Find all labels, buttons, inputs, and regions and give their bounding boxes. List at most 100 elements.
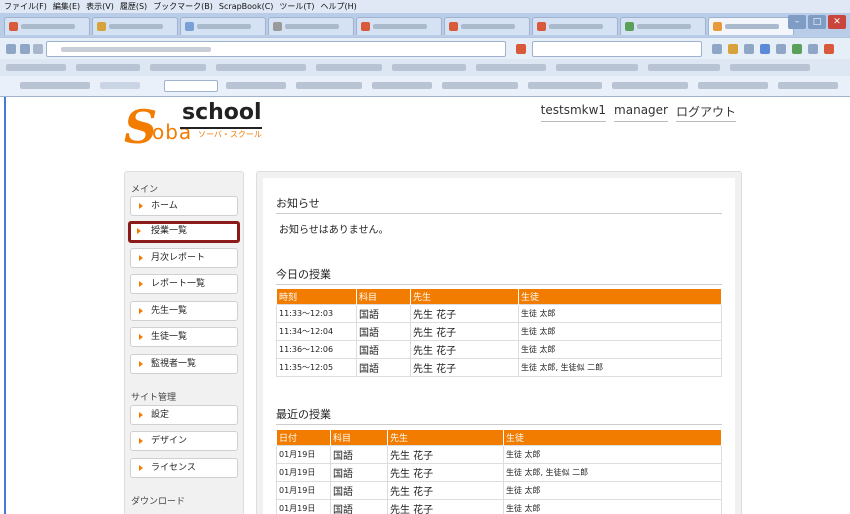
- table-row[interactable]: 01月19日 国語 先生 花子 生徒 太郎: [276, 499, 722, 514]
- browser-tab[interactable]: [620, 17, 706, 35]
- url-bar[interactable]: [46, 41, 506, 57]
- toolbar-icon[interactable]: [776, 44, 786, 54]
- toolbar-item[interactable]: [778, 82, 838, 89]
- sidebar-item-teachers[interactable]: 先生一覧: [130, 301, 238, 321]
- toolbar-item[interactable]: [20, 82, 90, 89]
- bookmark-item[interactable]: [476, 64, 546, 71]
- close-icon[interactable]: ✕: [828, 15, 846, 29]
- cell-student: 生徒 太郎: [518, 322, 722, 341]
- bookmark-item[interactable]: [76, 64, 140, 71]
- tab-favicon-icon: [449, 22, 458, 31]
- bookmark-item[interactable]: [556, 64, 638, 71]
- toolbar-item[interactable]: [372, 82, 432, 89]
- maximize-icon[interactable]: □: [808, 15, 826, 29]
- browser-tab[interactable]: [444, 17, 530, 35]
- browser-search-input[interactable]: [532, 41, 702, 57]
- toolbar-icon[interactable]: [824, 44, 834, 54]
- tab-favicon-icon: [9, 22, 18, 31]
- table-row[interactable]: 01月19日 国語 先生 花子 生徒 太郎, 生徒似 二郎: [276, 463, 722, 482]
- cell-subject: 国語: [356, 358, 411, 377]
- toolbar-item[interactable]: [296, 82, 362, 89]
- sidebar-heading-main: メイン: [131, 185, 159, 195]
- menu-bookmarks[interactable]: ブックマーク(B): [153, 1, 213, 12]
- sidebar-item-supervisors[interactable]: 監視者一覧: [130, 354, 238, 374]
- table-row[interactable]: 11:35〜12:05 国語 先生 花子 生徒 太郎, 生徒似 二郎: [276, 358, 722, 377]
- site-logo[interactable]: S oba school ソーバ・スクール: [124, 100, 274, 156]
- toolbar-icon[interactable]: [712, 44, 722, 54]
- logo-kana: ソーバ・スクール: [198, 130, 262, 139]
- cell-date: 01月19日: [276, 445, 331, 464]
- sidebar-item-home[interactable]: ホーム: [130, 196, 238, 216]
- bookmark-item[interactable]: [150, 64, 206, 71]
- main-panel: お知らせ お知らせはありません。 今日の授業 時刻 科目 先生 生徒 11:33…: [256, 171, 742, 514]
- cell-teacher: 先生 花子: [410, 340, 519, 359]
- sidebar-item-students[interactable]: 生徒一覧: [130, 327, 238, 347]
- toolbar-icon[interactable]: [808, 44, 818, 54]
- bookmark-item[interactable]: [216, 64, 306, 71]
- today-lessons-table: 時刻 科目 先生 生徒 11:33〜12:03 国語 先生 花子 生徒 太郎 1…: [276, 288, 722, 377]
- notices-empty-text: お知らせはありません。: [279, 225, 389, 236]
- table-row[interactable]: 11:34〜12:04 国語 先生 花子 生徒 太郎: [276, 322, 722, 341]
- back-icon[interactable]: [6, 44, 16, 54]
- stop-icon[interactable]: [516, 44, 526, 54]
- toolbar-item[interactable]: [442, 82, 518, 89]
- toolbar-item[interactable]: [226, 82, 286, 89]
- content-card: お知らせ お知らせはありません。 今日の授業 時刻 科目 先生 生徒 11:33…: [263, 178, 735, 514]
- tab-favicon-icon: [625, 22, 634, 31]
- sidebar-item-license[interactable]: ライセンス: [130, 458, 238, 478]
- menu-history[interactable]: 履歴(S): [120, 1, 147, 12]
- toolbar-search-input[interactable]: [164, 80, 218, 92]
- menu-view[interactable]: 表示(V): [86, 1, 114, 12]
- cell-subject: 国語: [356, 340, 411, 359]
- menu-tools[interactable]: ツール(T): [279, 1, 314, 12]
- bookmark-item[interactable]: [730, 64, 810, 71]
- browser-menubar: ファイル(F) 編集(E) 表示(V) 履歴(S) ブックマーク(B) Scra…: [0, 0, 850, 13]
- toolbar-icon[interactable]: [744, 44, 754, 54]
- bookmark-item[interactable]: [316, 64, 382, 71]
- sidebar-item-design[interactable]: デザイン: [130, 431, 238, 451]
- user-name-link[interactable]: testsmkw1: [540, 103, 607, 122]
- browser-navbar: [0, 37, 850, 59]
- toolbar-icon[interactable]: [760, 44, 770, 54]
- bookmark-item[interactable]: [392, 64, 466, 71]
- cell-student: 生徒 太郎, 生徒似 二郎: [518, 358, 722, 377]
- toolbar-item[interactable]: [698, 82, 768, 89]
- forward-icon[interactable]: [20, 44, 30, 54]
- table-row[interactable]: 11:33〜12:03 国語 先生 花子 生徒 太郎: [276, 304, 722, 323]
- menu-file[interactable]: ファイル(F): [4, 1, 47, 12]
- browser-tab[interactable]: [268, 17, 354, 35]
- browser-tab[interactable]: [180, 17, 266, 35]
- logout-link[interactable]: ログアウト: [675, 103, 736, 122]
- sidebar-item-lessons[interactable]: 授業一覧: [128, 221, 240, 243]
- table-row[interactable]: 01月19日 国語 先生 花子 生徒 太郎: [276, 445, 722, 464]
- browser-tab-active[interactable]: [708, 17, 794, 35]
- cell-date: 01月19日: [276, 481, 331, 500]
- bookmark-item[interactable]: [6, 64, 66, 71]
- browser-tab[interactable]: [92, 17, 178, 35]
- cell-time: 11:33〜12:03: [276, 304, 357, 323]
- menu-help[interactable]: ヘルプ(H): [321, 1, 357, 12]
- menu-edit[interactable]: 編集(E): [53, 1, 80, 12]
- sidebar: メイン ホーム 授業一覧 月次レポート レポート一覧 先生一覧 生徒一覧 監視者…: [124, 171, 244, 514]
- browser-tab[interactable]: [356, 17, 442, 35]
- toolbar-item[interactable]: [100, 82, 140, 89]
- menu-scrapbook[interactable]: ScrapBook(C): [219, 2, 273, 11]
- table-row[interactable]: 11:36〜12:06 国語 先生 花子 生徒 太郎: [276, 340, 722, 359]
- toolbar-item[interactable]: [528, 82, 602, 89]
- sidebar-item-settings[interactable]: 設定: [130, 405, 238, 425]
- toolbar-item[interactable]: [612, 82, 688, 89]
- sidebar-item-monthly-report[interactable]: 月次レポート: [130, 248, 238, 268]
- sidebar-item-reports[interactable]: レポート一覧: [130, 274, 238, 294]
- web-page: S oba school ソーバ・スクール testsmkw1 manager …: [4, 97, 850, 514]
- minimize-icon[interactable]: –: [788, 15, 806, 29]
- toolbar-icon[interactable]: [792, 44, 802, 54]
- browser-tab[interactable]: [532, 17, 618, 35]
- bookmarks-bar: [0, 59, 850, 76]
- tab-favicon-icon: [537, 22, 546, 31]
- bookmark-item[interactable]: [648, 64, 720, 71]
- table-row[interactable]: 01月19日 国語 先生 花子 生徒 太郎: [276, 481, 722, 500]
- browser-tab[interactable]: [4, 17, 90, 35]
- role-link[interactable]: manager: [614, 103, 668, 122]
- reload-icon[interactable]: [33, 44, 43, 54]
- toolbar-icon[interactable]: [728, 44, 738, 54]
